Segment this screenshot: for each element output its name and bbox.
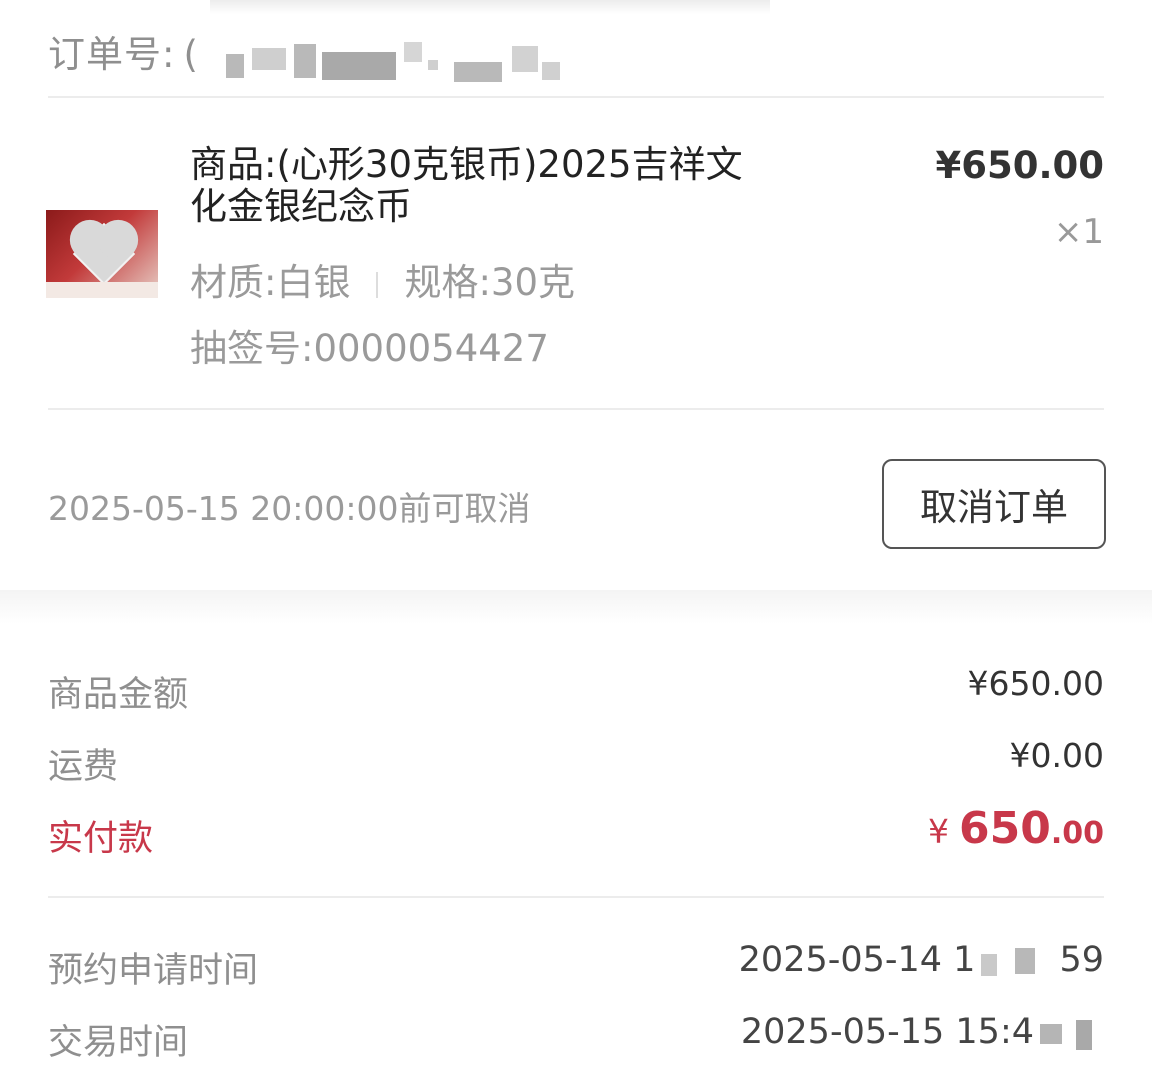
product-specs: 材质:白银 规格:30克 [190, 252, 575, 306]
product-material: 材质:白银 [190, 261, 351, 304]
order-number: 订单号:( [48, 24, 199, 78]
shipping-value: ¥0.00 [1009, 736, 1104, 775]
trade-time-label: 交易时间 [48, 1023, 189, 1063]
paid-amount-value: ¥650.00 [928, 803, 1104, 854]
product-spec: 规格:30克 [404, 261, 576, 304]
spec-separator [376, 271, 379, 298]
order-number-label: 订单号: [48, 33, 176, 76]
goods-amount-label: 商品金额 [48, 675, 189, 715]
cancel-order-button[interactable]: 取消订单 [882, 459, 1106, 549]
paid-amount-label: 实付款 [48, 819, 154, 859]
reserve-time-redaction [975, 946, 1059, 976]
product-thumbnail[interactable] [46, 210, 158, 298]
cancel-deadline: 2025-05-15 20:00:00前可取消 [48, 489, 531, 528]
paid-currency: ¥ [927, 812, 949, 851]
lottery-number: 抽签号:0000054427 [190, 327, 549, 370]
order-number-redaction [222, 40, 562, 84]
product-name[interactable]: 商品:(心形30克银币)2025吉祥文化金银纪念币 [190, 144, 770, 228]
trade-time-value: 2025-05-15 15:4 [741, 1012, 1104, 1052]
thumbnail-caption-strip [46, 282, 158, 298]
paid-decimal: .00 [1050, 816, 1104, 851]
top-shadow [210, 0, 770, 14]
divider [48, 896, 1104, 898]
section-gap [0, 590, 1152, 624]
reserve-time-end: 59 [1059, 940, 1104, 980]
shipping-label: 运费 [48, 747, 119, 787]
product-quantity: ×1 [1053, 212, 1104, 252]
order-number-value: ( [183, 33, 199, 76]
reserve-time-start: 2025-05-14 1 [738, 940, 976, 980]
heart-coin-image [72, 222, 136, 286]
divider [48, 96, 1104, 98]
paid-integer: 650 [958, 803, 1051, 854]
goods-amount-value: ¥650.00 [967, 664, 1104, 703]
reserve-time-value: 2025-05-14 1 59 [739, 940, 1104, 980]
trade-time-redaction [1034, 1018, 1104, 1050]
reserve-time-label: 预约申请时间 [48, 951, 259, 991]
trade-time-start: 2025-05-15 15:4 [740, 1012, 1034, 1052]
product-price: ¥650.00 [935, 144, 1104, 187]
divider [48, 408, 1104, 410]
